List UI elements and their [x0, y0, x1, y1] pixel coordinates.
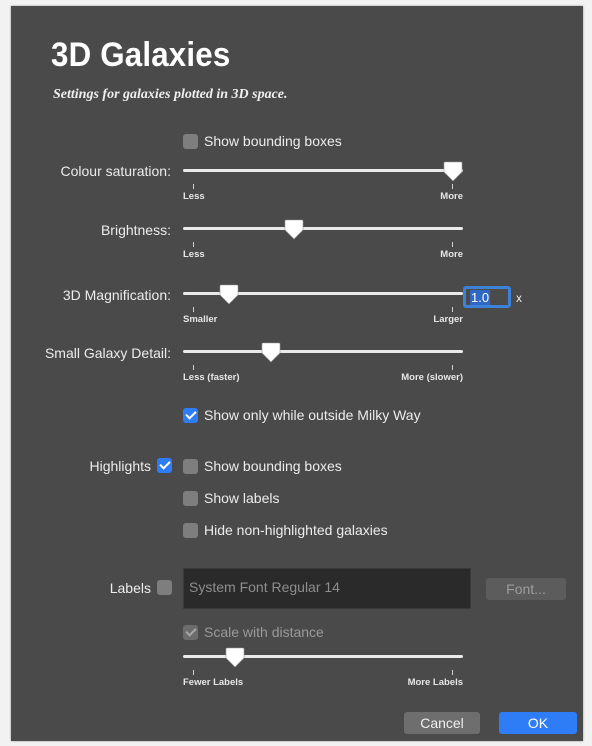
- highlights-bounding-boxes-row[interactable]: Show bounding boxes: [183, 458, 342, 474]
- slider-thumb[interactable]: [261, 342, 281, 363]
- magnification-slider[interactable]: Smaller Larger: [183, 284, 463, 325]
- bounding-boxes-checkbox-row[interactable]: Show bounding boxes: [183, 133, 342, 149]
- slider-max-label: Larger: [433, 314, 463, 325]
- bounding-boxes-label: Show bounding boxes: [204, 133, 342, 149]
- slider-track: [183, 169, 463, 172]
- slider-min-label: Less (faster): [183, 372, 240, 383]
- outside-milky-way-checkbox[interactable]: [183, 407, 198, 423]
- highlights-label: Highlights: [89, 458, 151, 474]
- highlights-show-labels-checkbox[interactable]: [183, 490, 198, 506]
- slider-min-label: Smaller: [183, 314, 218, 325]
- slider-max-label: More: [440, 191, 463, 202]
- slider-thumb[interactable]: [284, 219, 304, 240]
- magnification-label: 3D Magnification:: [62, 287, 171, 303]
- slider-track: [183, 350, 463, 353]
- bounding-boxes-checkbox[interactable]: [183, 133, 198, 149]
- scale-with-distance-label: Scale with distance: [204, 624, 324, 640]
- slider-min-label: Less: [183, 249, 205, 260]
- hide-non-highlighted-checkbox[interactable]: [183, 522, 198, 538]
- font-button[interactable]: Font...: [486, 578, 566, 600]
- slider-thumb[interactable]: [219, 284, 239, 305]
- magnification-unit: x: [516, 291, 522, 305]
- slider-max-label: More: [440, 249, 463, 260]
- slider-min-label: Fewer Labels: [183, 677, 244, 688]
- highlights-show-labels-label: Show labels: [204, 490, 280, 506]
- scale-with-distance-checkbox[interactable]: [183, 624, 198, 640]
- slider-tick: [193, 365, 194, 370]
- colour-saturation-slider[interactable]: Less More: [183, 161, 463, 202]
- slider-tick: [193, 307, 194, 312]
- brightness-slider[interactable]: Less More: [183, 219, 463, 260]
- small-galaxy-detail-label: Small Galaxy Detail:: [44, 345, 171, 361]
- slider-tick: [452, 242, 453, 247]
- labels-label: Labels: [109, 580, 151, 596]
- highlights-bounding-boxes-checkbox[interactable]: [183, 458, 198, 474]
- cancel-button[interactable]: Cancel: [404, 712, 480, 734]
- font-preview-field: System Font Regular 14: [183, 568, 471, 609]
- outside-milky-way-checkbox-row[interactable]: Show only while outside Milky Way: [183, 407, 421, 423]
- slider-min-label: Less: [183, 191, 205, 202]
- slider-tick: [452, 365, 453, 370]
- scale-with-distance-row[interactable]: Scale with distance: [183, 624, 324, 640]
- small-galaxy-detail-slider[interactable]: Less (faster) More (slower): [183, 342, 463, 383]
- highlights-show-labels-row[interactable]: Show labels: [183, 490, 280, 506]
- magnification-value-field[interactable]: 1.0: [463, 286, 511, 308]
- slider-thumb[interactable]: [443, 161, 463, 182]
- page-subtitle: Settings for galaxies plotted in 3D spac…: [53, 87, 288, 102]
- slider-track: [183, 227, 463, 230]
- label-density-slider[interactable]: Fewer Labels More Labels: [183, 647, 463, 688]
- slider-tick: [193, 184, 194, 189]
- slider-tick: [452, 670, 453, 675]
- magnification-value-text: 1.0: [470, 290, 491, 305]
- page-title: 3D Galaxies: [51, 36, 231, 74]
- brightness-label: Brightness:: [100, 222, 171, 238]
- font-preview-text: System Font Regular 14: [189, 579, 340, 595]
- labels-checkbox[interactable]: [157, 580, 172, 595]
- colour-saturation-label: Colour saturation:: [60, 163, 171, 179]
- slider-max-label: More Labels: [407, 677, 463, 688]
- outside-milky-way-label: Show only while outside Milky Way: [204, 407, 421, 423]
- highlights-bounding-boxes-label: Show bounding boxes: [204, 458, 342, 474]
- hide-non-highlighted-label: Hide non-highlighted galaxies: [204, 522, 388, 538]
- hide-non-highlighted-row[interactable]: Hide non-highlighted galaxies: [183, 522, 388, 538]
- slider-tick: [452, 184, 453, 189]
- slider-max-label: More (slower): [401, 372, 463, 383]
- slider-tick: [452, 307, 453, 312]
- slider-thumb[interactable]: [225, 647, 245, 668]
- highlights-checkbox[interactable]: [157, 458, 172, 473]
- slider-tick: [193, 670, 194, 675]
- slider-tick: [193, 242, 194, 247]
- ok-button[interactable]: OK: [499, 712, 577, 734]
